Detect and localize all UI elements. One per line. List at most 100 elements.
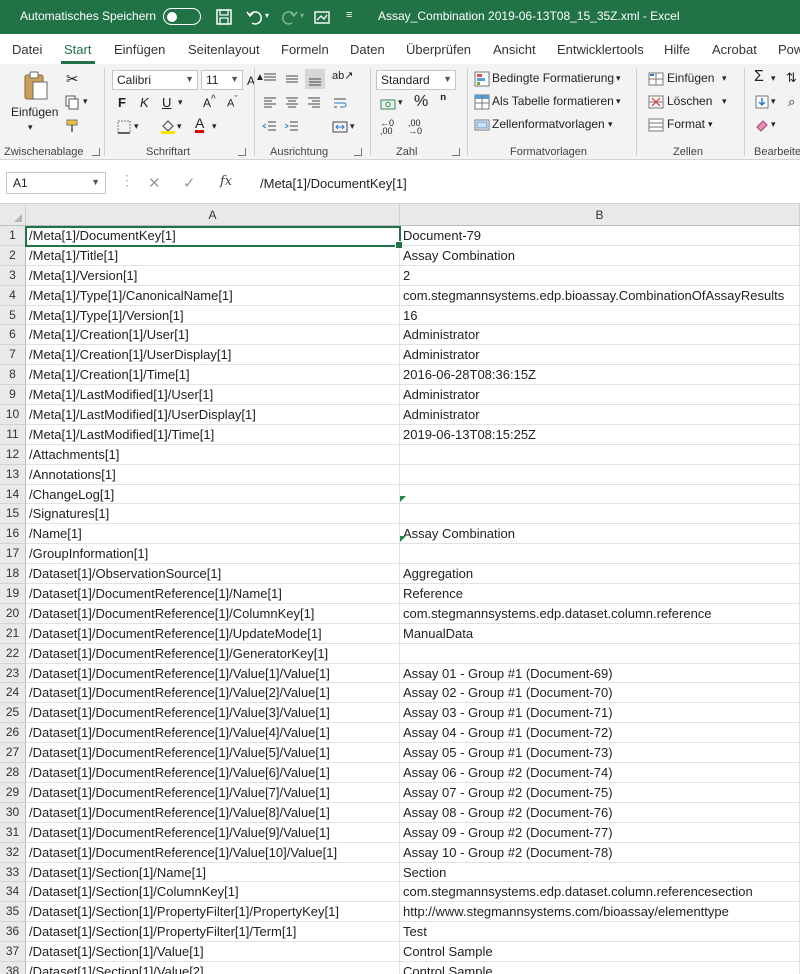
format-cells-icon[interactable] [648, 117, 664, 133]
cell-a[interactable]: /Dataset[1]/DocumentReference[1]/ColumnK… [26, 603, 400, 624]
column-header-b[interactable]: B [400, 204, 800, 226]
row-header[interactable]: 33 [0, 862, 26, 883]
cell-b[interactable]: Document-79 [400, 226, 800, 246]
row-header[interactable]: 15 [0, 504, 26, 525]
cell-b[interactable]: Assay 03 - Group #1 (Document-71) [400, 703, 800, 724]
cell-b[interactable]: com.stegmannsystems.edp.dataset.column.r… [400, 882, 800, 903]
cell-b[interactable]: com.stegmannsystems.edp.bioassay.Combina… [400, 285, 800, 306]
cell-a[interactable]: /ChangeLog[1] [26, 484, 400, 505]
cell-a[interactable]: /Meta[1]/Title[1] [26, 245, 400, 266]
customize-toolbar-icon[interactable]: ≡ [346, 9, 352, 21]
cancel-icon[interactable]: ✕ [148, 174, 161, 192]
format-as-table-button[interactable]: Als Tabelle formatieren [492, 94, 614, 108]
cell-b[interactable]: ManualData [400, 623, 800, 644]
align-right-icon[interactable] [306, 95, 322, 111]
row-header[interactable]: 25 [0, 703, 26, 724]
sort-filter-icon[interactable]: ⇅ [786, 70, 797, 86]
cell-b[interactable]: Assay 06 - Group #2 (Document-74) [400, 763, 800, 783]
fill-color-icon[interactable] [160, 118, 176, 134]
cell-b[interactable]: Assay 01 - Group #1 (Document-69) [400, 663, 800, 684]
underline-dropdown-icon[interactable]: ▾ [178, 97, 183, 108]
cell-b[interactable]: Administrator [400, 385, 800, 406]
copy-icon[interactable] [64, 94, 80, 110]
paste-button[interactable]: Einfügen [11, 105, 58, 119]
cell-styles-icon[interactable] [474, 117, 490, 133]
row-header[interactable]: 3 [0, 265, 26, 286]
cell-a[interactable]: /Dataset[1]/DocumentReference[1]/Value[9… [26, 822, 400, 843]
italic-button[interactable]: K [140, 95, 149, 110]
cell-a[interactable]: /Dataset[1]/Section[1]/PropertyFilter[1]… [26, 902, 400, 923]
cell-a[interactable]: /Dataset[1]/DocumentReference[1]/Generat… [26, 643, 400, 664]
cell-a[interactable]: /Dataset[1]/DocumentReference[1]/Value[2… [26, 683, 400, 704]
borders-dropdown-icon[interactable]: ▾ [134, 121, 139, 132]
format-painter-icon[interactable] [64, 118, 80, 134]
enter-icon[interactable]: ✓ [183, 174, 196, 192]
fill-icon[interactable] [754, 94, 770, 110]
quick-print-icon[interactable] [312, 7, 332, 27]
paste-dropdown-icon[interactable]: ▾ [28, 122, 33, 133]
font-launcher-icon[interactable] [238, 148, 246, 156]
cell-a[interactable]: /Dataset[1]/DocumentReference[1]/Name[1] [26, 584, 400, 604]
cell-a[interactable]: /Dataset[1]/Section[1]/PropertyFilter[1]… [26, 922, 400, 943]
undo-icon[interactable] [244, 7, 264, 27]
fill-color-dropdown-icon[interactable]: ▾ [177, 121, 182, 132]
column-header-a[interactable]: A [26, 204, 400, 226]
row-header[interactable]: 8 [0, 365, 26, 386]
cell-a[interactable]: /Meta[1]/DocumentKey[1] [26, 226, 400, 246]
redo-dropdown-icon[interactable]: ▾ [300, 11, 304, 20]
cell-b[interactable]: Section [400, 862, 800, 883]
row-header[interactable]: 6 [0, 325, 26, 346]
row-header[interactable]: 37 [0, 942, 26, 962]
cell-b[interactable]: Assay 05 - Group #1 (Document-73) [400, 743, 800, 764]
autosum-dropdown-icon[interactable]: ▾ [771, 73, 776, 84]
cell-a[interactable]: /Dataset[1]/DocumentReference[1]/Value[6… [26, 763, 400, 783]
row-header[interactable]: 26 [0, 723, 26, 744]
cell-a[interactable]: /Annotations[1] [26, 464, 400, 485]
align-middle-icon[interactable] [284, 71, 300, 87]
tab-ueberpruefen[interactable]: Überprüfen [406, 42, 471, 57]
cell-b[interactable] [400, 464, 800, 485]
row-header[interactable]: 10 [0, 405, 26, 425]
cell-b[interactable]: Control Sample [400, 961, 800, 974]
cut-icon[interactable]: ✂ [66, 70, 79, 88]
cell-b[interactable]: 16 [400, 305, 800, 326]
tab-start[interactable]: Start [64, 42, 91, 57]
cell-b[interactable]: Assay Combination [400, 245, 800, 266]
cell-a[interactable]: /Meta[1]/Type[1]/Version[1] [26, 305, 400, 326]
cell-a[interactable]: /Dataset[1]/Section[1]/Value[1] [26, 942, 400, 962]
number-launcher-icon[interactable] [452, 148, 460, 156]
font-size-select[interactable]: 11 ▼ [201, 70, 243, 90]
row-header[interactable]: 4 [0, 285, 26, 306]
cell-b[interactable]: http://www.stegmannsystems.com/bioassay/… [400, 902, 800, 923]
cell-a[interactable]: /Dataset[1]/ObservationSource[1] [26, 564, 400, 585]
font-name-select[interactable]: Calibri ▼ [112, 70, 198, 90]
cell-a[interactable]: /Dataset[1]/DocumentReference[1]/Value[1… [26, 663, 400, 684]
format-dropdown-icon[interactable]: ▾ [708, 119, 713, 130]
percent-icon[interactable]: % [414, 93, 428, 111]
format-cells-button[interactable]: Format [667, 117, 705, 131]
alignment-launcher-icon[interactable] [354, 148, 362, 156]
insert-function-icon[interactable]: fx [220, 174, 232, 189]
cell-a[interactable]: /Dataset[1]/DocumentReference[1]/Value[4… [26, 723, 400, 744]
cell-a[interactable]: /Dataset[1]/DocumentReference[1]/UpdateM… [26, 623, 400, 644]
cell-b[interactable] [400, 504, 800, 525]
cell-styles-dropdown-icon[interactable]: ▾ [608, 119, 613, 130]
cell-b[interactable]: Control Sample [400, 942, 800, 962]
cell-a[interactable]: /Dataset[1]/DocumentReference[1]/Value[1… [26, 842, 400, 863]
cell-a[interactable]: /Dataset[1]/DocumentReference[1]/Value[8… [26, 802, 400, 823]
row-header[interactable]: 17 [0, 544, 26, 565]
row-header[interactable]: 22 [0, 643, 26, 664]
font-color-icon[interactable]: A [195, 116, 205, 133]
cell-a[interactable]: /Meta[1]/LastModified[1]/UserDisplay[1] [26, 405, 400, 425]
autosave-toggle[interactable] [163, 8, 201, 25]
cell-b[interactable]: Assay 02 - Group #1 (Document-70) [400, 683, 800, 704]
cell-a[interactable]: /GroupInformation[1] [26, 544, 400, 565]
wrap-text-icon[interactable] [332, 95, 348, 111]
row-header[interactable]: 23 [0, 663, 26, 684]
insert-cells-button[interactable]: Einfügen [667, 71, 714, 85]
tab-entwicklertools[interactable]: Entwicklertools [557, 42, 644, 57]
cell-b[interactable]: 2019-06-13T08:15:25Z [400, 424, 800, 445]
underline-button[interactable]: U [162, 95, 171, 110]
align-bottom-icon[interactable] [305, 69, 325, 89]
row-header[interactable]: 5 [0, 305, 26, 326]
